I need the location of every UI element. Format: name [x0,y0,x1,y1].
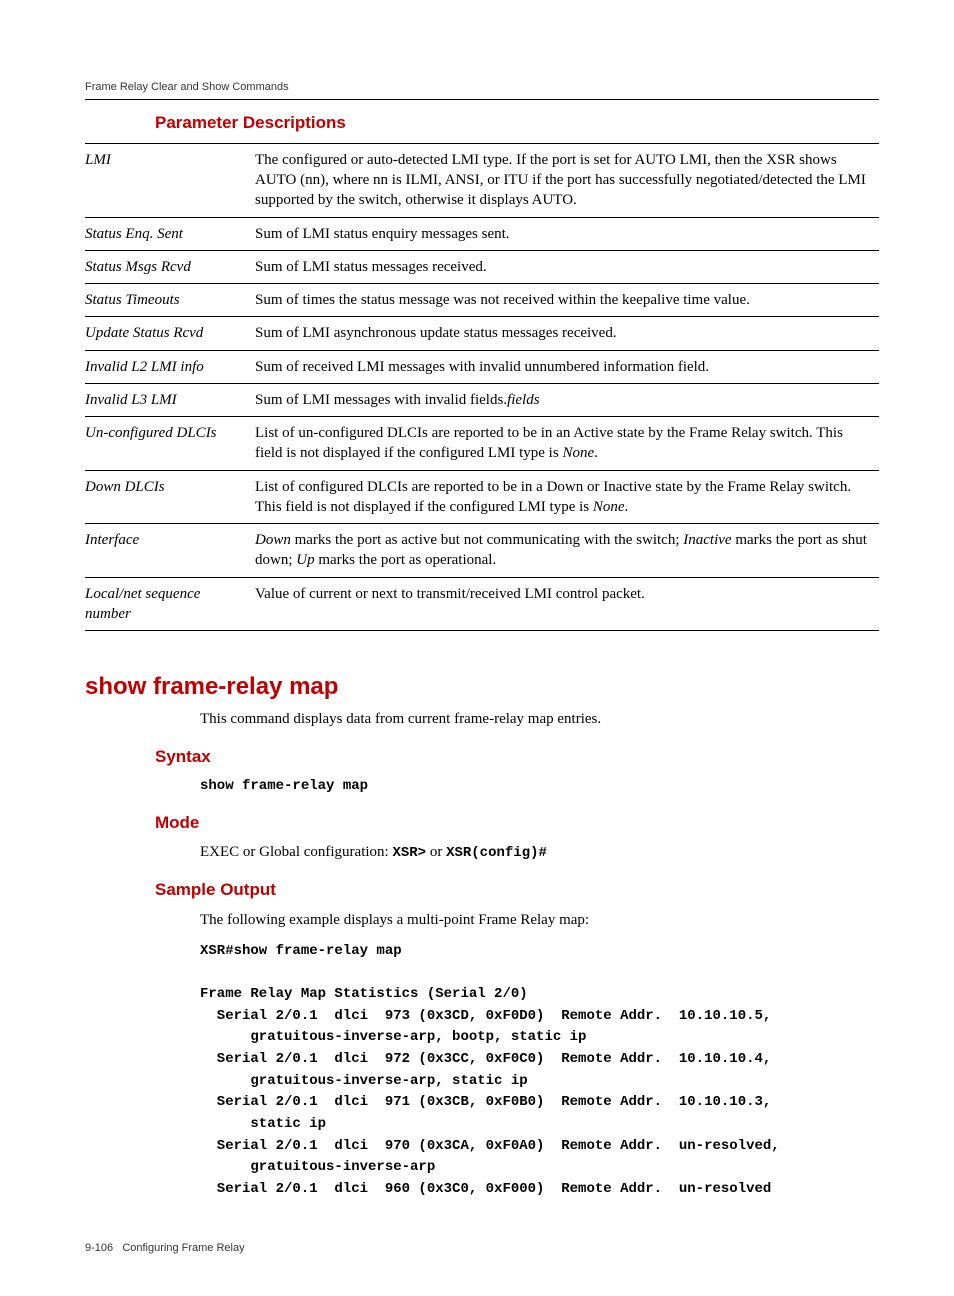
command-heading: show frame-relay map [85,671,879,703]
mode-code-1: XSR> [392,845,426,861]
table-row: Update Status RcvdSum of LMI asynchronou… [85,317,879,350]
section-heading-syntax: Syntax [155,746,879,769]
section-heading-sample-output: Sample Output [155,879,879,902]
syntax-code: show frame-relay map [200,777,879,796]
sample-output-block: XSR#show frame-relay map Frame Relay Map… [200,941,879,1201]
table-row: Un-configured DLCIsList of un-configured… [85,417,879,471]
param-desc: Sum of times the status message was not … [255,284,879,317]
param-name: Un-configured DLCIs [85,417,255,471]
table-row: Status Msgs RcvdSum of LMI status messag… [85,250,879,283]
footer-chapter: Configuring Frame Relay [122,1242,244,1254]
page-footer: 9-106 Configuring Frame Relay [85,1241,879,1256]
mode-or: or [426,844,446,860]
table-row: Invalid L2 LMI infoSum of received LMI m… [85,350,879,383]
mode-line: EXEC or Global configuration: XSR> or XS… [200,842,879,863]
section-heading-mode: Mode [155,812,879,835]
param-desc: List of un-configured DLCIs are reported… [255,417,879,471]
sample-output-intro: The following example displays a multi-p… [200,910,879,930]
param-name: Status Timeouts [85,284,255,317]
param-desc: Sum of received LMI messages with invali… [255,350,879,383]
table-row: Invalid L3 LMISum of LMI messages with i… [85,383,879,416]
table-row: Local/net sequence numberValue of curren… [85,577,879,631]
param-desc: List of configured DLCIs are reported to… [255,470,879,524]
param-desc: Sum of LMI messages with invalid fields.… [255,383,879,416]
command-intro: This command displays data from current … [200,709,879,729]
page-header-breadcrumb: Frame Relay Clear and Show Commands [85,80,879,95]
param-desc: Sum of LMI status enquiry messages sent. [255,217,879,250]
param-name: Status Enq. Sent [85,217,255,250]
footer-page-number: 9-106 [85,1242,113,1254]
param-desc: Sum of LMI asynchronous update status me… [255,317,879,350]
param-name: Invalid L2 LMI info [85,350,255,383]
param-desc: Down marks the port as active but not co… [255,524,879,578]
section-heading-parameter-descriptions: Parameter Descriptions [155,112,879,135]
table-row: Status Enq. SentSum of LMI status enquir… [85,217,879,250]
table-row: Status TimeoutsSum of times the status m… [85,284,879,317]
param-name: Status Msgs Rcvd [85,250,255,283]
param-name: Local/net sequence number [85,577,255,631]
param-name: Invalid L3 LMI [85,383,255,416]
parameter-table: LMIThe configured or auto-detected LMI t… [85,143,879,631]
param-desc: Value of current or next to transmit/rec… [255,577,879,631]
table-row: Down DLCIsList of configured DLCIs are r… [85,470,879,524]
param-name: Update Status Rcvd [85,317,255,350]
param-desc: The configured or auto-detected LMI type… [255,143,879,217]
param-name: LMI [85,143,255,217]
mode-text: EXEC or Global configuration: [200,844,392,860]
param-desc: Sum of LMI status messages received. [255,250,879,283]
param-name: Down DLCIs [85,470,255,524]
header-rule [85,99,879,100]
param-name: Interface [85,524,255,578]
table-row: LMIThe configured or auto-detected LMI t… [85,143,879,217]
table-row: InterfaceDown marks the port as active b… [85,524,879,578]
mode-code-2: XSR(config)# [446,845,547,861]
